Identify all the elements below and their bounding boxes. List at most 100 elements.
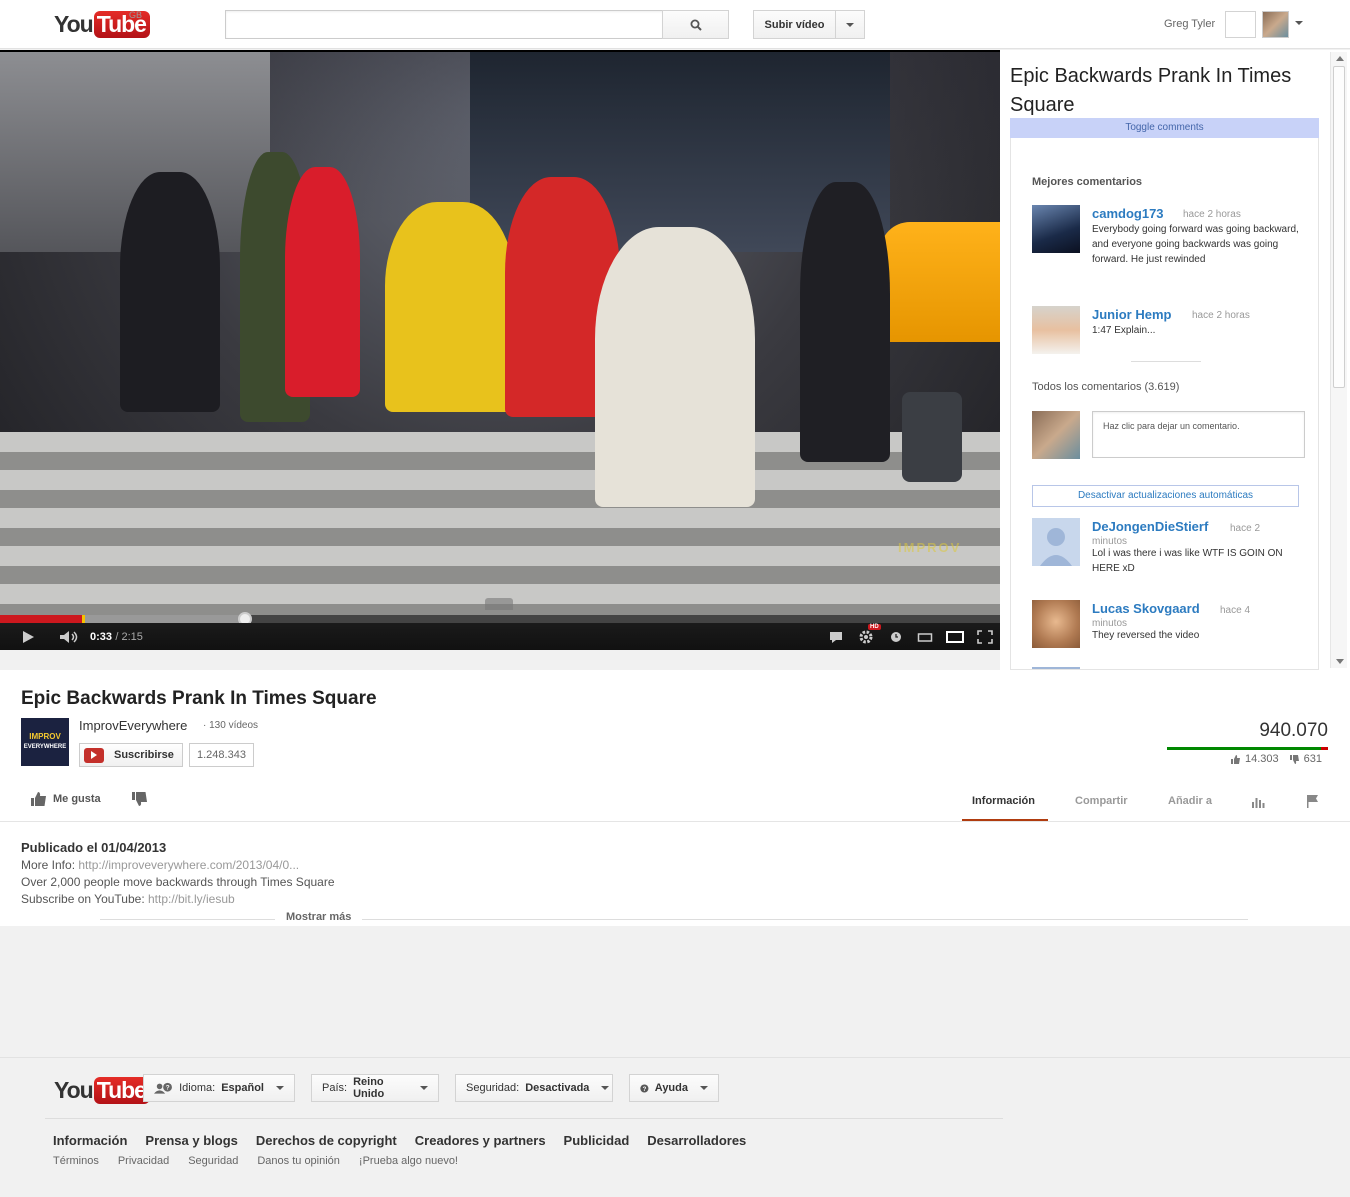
comment-input[interactable]: Haz clic para dejar un comentario. bbox=[1092, 411, 1305, 458]
description-line: More Info: http://improveverywhere.com/2… bbox=[21, 858, 300, 872]
watch-info: Epic Backwards Prank In Times Square IMP… bbox=[0, 670, 1350, 926]
tab-report[interactable] bbox=[1306, 794, 1320, 811]
volume-icon bbox=[60, 630, 78, 643]
dislike-button[interactable] bbox=[131, 791, 148, 812]
footer-link-creators[interactable]: Creadores y partners bbox=[415, 1133, 546, 1148]
footer-link-press[interactable]: Prensa y blogs bbox=[145, 1133, 237, 1148]
tab-add-to[interactable]: Añadir a bbox=[1168, 795, 1212, 807]
avatar[interactable] bbox=[1032, 205, 1080, 253]
video-scene-taxi bbox=[880, 222, 1000, 342]
country-picker[interactable]: País: Reino Unido bbox=[311, 1074, 439, 1102]
user-name[interactable]: Greg Tyler bbox=[1164, 18, 1215, 30]
safety-picker[interactable]: Seguridad: Desactivada bbox=[455, 1074, 613, 1102]
description-link[interactable]: http://improveverywhere.com/2013/04/0... bbox=[78, 858, 299, 872]
footer-link-developers[interactable]: Desarrolladores bbox=[647, 1133, 746, 1148]
large-player-button[interactable] bbox=[943, 623, 967, 650]
description-line: Subscribe on YouTube: http://bit.ly/iesu… bbox=[21, 892, 235, 906]
likes-row: 14.303 631 bbox=[1230, 753, 1322, 765]
user-avatar[interactable] bbox=[1262, 11, 1289, 38]
video-watermark: IMPROV bbox=[898, 540, 962, 555]
video-frame[interactable]: IMPROV bbox=[0, 52, 1000, 615]
thumb-down-icon bbox=[132, 792, 147, 806]
volume-button[interactable] bbox=[56, 623, 82, 650]
youtube-logo[interactable]: You Tube GB bbox=[54, 10, 150, 38]
avatar[interactable] bbox=[1032, 518, 1080, 566]
caret-down-icon bbox=[846, 22, 854, 27]
avatar[interactable] bbox=[1032, 600, 1080, 648]
channel-avatar[interactable]: IMPROV EVERYWHERE bbox=[21, 718, 69, 766]
scroll-thumb[interactable] bbox=[1333, 66, 1345, 388]
player-controls: 0:33 / 2:15 HD bbox=[0, 623, 1000, 650]
footer-link-safety[interactable]: Seguridad bbox=[188, 1155, 238, 1167]
small-player-button[interactable] bbox=[914, 623, 936, 650]
notifications-button[interactable] bbox=[1225, 11, 1256, 38]
youtube-play-icon bbox=[84, 747, 104, 763]
language-icon: ? bbox=[154, 1082, 172, 1094]
comments-list[interactable]: Mejores comentarios camdog173 hace 2 hor… bbox=[1010, 138, 1319, 670]
scroll-down-icon[interactable] bbox=[1336, 659, 1344, 664]
footer-link-copyright[interactable]: Derechos de copyright bbox=[256, 1133, 397, 1148]
panel-scrollbar[interactable] bbox=[1330, 52, 1347, 668]
fullscreen-button[interactable] bbox=[973, 623, 997, 650]
settings-button[interactable]: HD bbox=[855, 623, 881, 650]
tab-share[interactable]: Compartir bbox=[1075, 795, 1128, 807]
masthead: You Tube GB Subir vídeo Greg Tyler bbox=[0, 0, 1350, 49]
avatar bbox=[1032, 411, 1080, 459]
comment-time: hace 4 minutos bbox=[1092, 605, 1251, 629]
expand-tab[interactable] bbox=[485, 598, 513, 610]
caret-down-icon bbox=[420, 1086, 428, 1090]
scroll-up-icon[interactable] bbox=[1336, 56, 1344, 61]
panel-title: Epic Backwards Prank In Times Square bbox=[1010, 65, 1292, 116]
video-player[interactable]: IMPROV 0:33 / 2:15 HD bbox=[0, 50, 1000, 650]
video-scene-person bbox=[800, 182, 890, 462]
description-link[interactable]: http://bit.ly/iesub bbox=[148, 892, 235, 906]
progress-bar[interactable] bbox=[0, 612, 1000, 626]
toggle-comments-button[interactable]: Toggle comments bbox=[1010, 118, 1319, 138]
footer-link-terms[interactable]: Términos bbox=[53, 1155, 99, 1167]
footer-link-feedback[interactable]: Danos tu opinión bbox=[257, 1155, 340, 1167]
top-comments-heading: Mejores comentarios bbox=[1032, 176, 1143, 188]
channel-video-count[interactable]: · 130 vídeos bbox=[203, 720, 258, 731]
caret-down-icon[interactable] bbox=[1295, 21, 1303, 25]
video-scene-person bbox=[120, 172, 220, 412]
help-icon: ? bbox=[640, 1083, 649, 1092]
footer-link-advertising[interactable]: Publicidad bbox=[564, 1133, 630, 1148]
comment-author[interactable]: camdog173 bbox=[1092, 206, 1164, 221]
tab-stats[interactable] bbox=[1251, 796, 1265, 811]
divider bbox=[45, 1118, 1003, 1119]
comment-author[interactable]: Junior Hemp bbox=[1092, 307, 1171, 322]
youtube-logo[interactable]: You Tube bbox=[54, 1076, 150, 1104]
footer-link-try-new[interactable]: ¡Prueba algo nuevo! bbox=[359, 1155, 458, 1167]
channel-name[interactable]: ImprovEverywhere bbox=[79, 718, 187, 733]
comment-text: They reversed the video bbox=[1092, 630, 1200, 641]
search-button[interactable] bbox=[662, 10, 729, 39]
language-picker[interactable]: ? Idioma: Español bbox=[143, 1074, 295, 1102]
video-scene-person bbox=[385, 202, 515, 412]
thumb-up-icon bbox=[1231, 754, 1240, 764]
comment-text: Lol i was there i was like WTF IS GOIN O… bbox=[1092, 548, 1283, 574]
tab-info[interactable]: Información bbox=[972, 795, 1035, 807]
help-button[interactable]: ? Ayuda bbox=[629, 1074, 719, 1102]
video-scene-suitcase bbox=[902, 392, 962, 482]
captions-icon bbox=[830, 631, 842, 643]
like-button[interactable]: Me gusta bbox=[30, 791, 101, 807]
upload-dropdown-button[interactable] bbox=[835, 10, 865, 39]
footer-link-about[interactable]: Información bbox=[53, 1133, 127, 1148]
captions-button[interactable] bbox=[826, 623, 846, 650]
show-more-button[interactable]: Mostrar más bbox=[275, 911, 363, 923]
svg-text:?: ? bbox=[643, 1086, 647, 1092]
play-button[interactable] bbox=[14, 623, 42, 650]
subscribe-button[interactable]: Suscribirse bbox=[79, 743, 183, 767]
watch-later-button[interactable] bbox=[886, 623, 906, 650]
current-time: 0:33 bbox=[90, 630, 113, 643]
auto-update-button[interactable]: Desactivar actualizaciones automáticas bbox=[1032, 485, 1299, 507]
avatar[interactable] bbox=[1032, 306, 1080, 354]
caret-down-icon bbox=[276, 1086, 284, 1090]
caret-down-icon bbox=[601, 1086, 610, 1090]
footer-link-privacy[interactable]: Privacidad bbox=[118, 1155, 169, 1167]
upload-button[interactable]: Subir vídeo bbox=[753, 10, 836, 39]
search-input[interactable] bbox=[225, 10, 663, 39]
footer-links: Información Prensa y blogs Derechos de c… bbox=[53, 1133, 746, 1148]
fullscreen-icon bbox=[977, 629, 993, 644]
comment-time: hace 2 minutos bbox=[1092, 523, 1261, 547]
